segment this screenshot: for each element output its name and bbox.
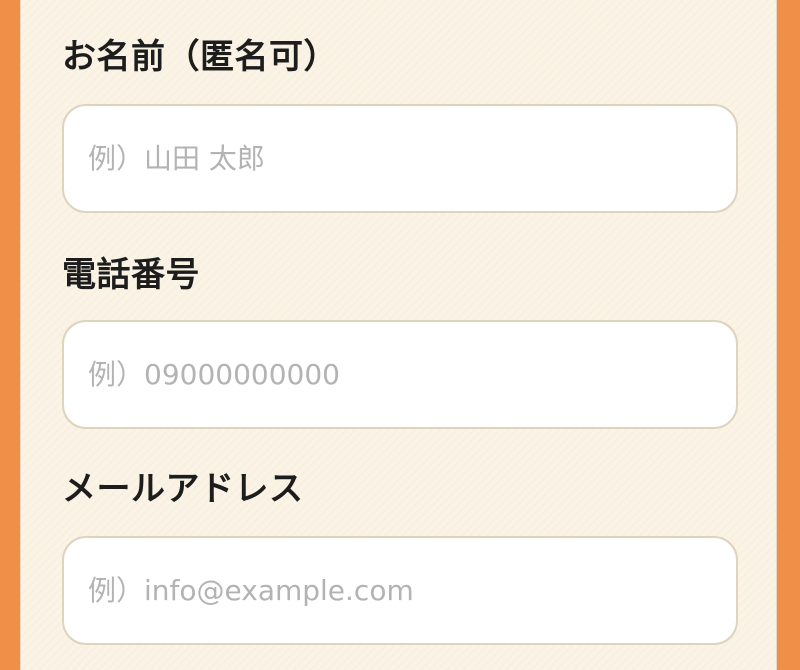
name-input[interactable]	[64, 106, 736, 211]
phone-input[interactable]	[64, 322, 736, 427]
email-input[interactable]	[64, 538, 736, 643]
contact-form-page: お名前（匿名可） 電話番号 メールアドレス	[0, 0, 800, 670]
name-input-box[interactable]	[62, 104, 738, 213]
email-field-group: メールアドレス	[62, 469, 738, 645]
form-panel: お名前（匿名可） 電話番号 メールアドレス	[20, 0, 777, 670]
name-label: お名前（匿名可）	[62, 37, 338, 77]
email-input-box[interactable]	[62, 536, 738, 645]
email-label: メールアドレス	[62, 469, 304, 509]
phone-input-box[interactable]	[62, 320, 738, 429]
phone-label: 電話番号	[62, 255, 200, 295]
name-field-group: お名前（匿名可）	[62, 37, 738, 213]
phone-field-group: 電話番号	[62, 255, 738, 429]
